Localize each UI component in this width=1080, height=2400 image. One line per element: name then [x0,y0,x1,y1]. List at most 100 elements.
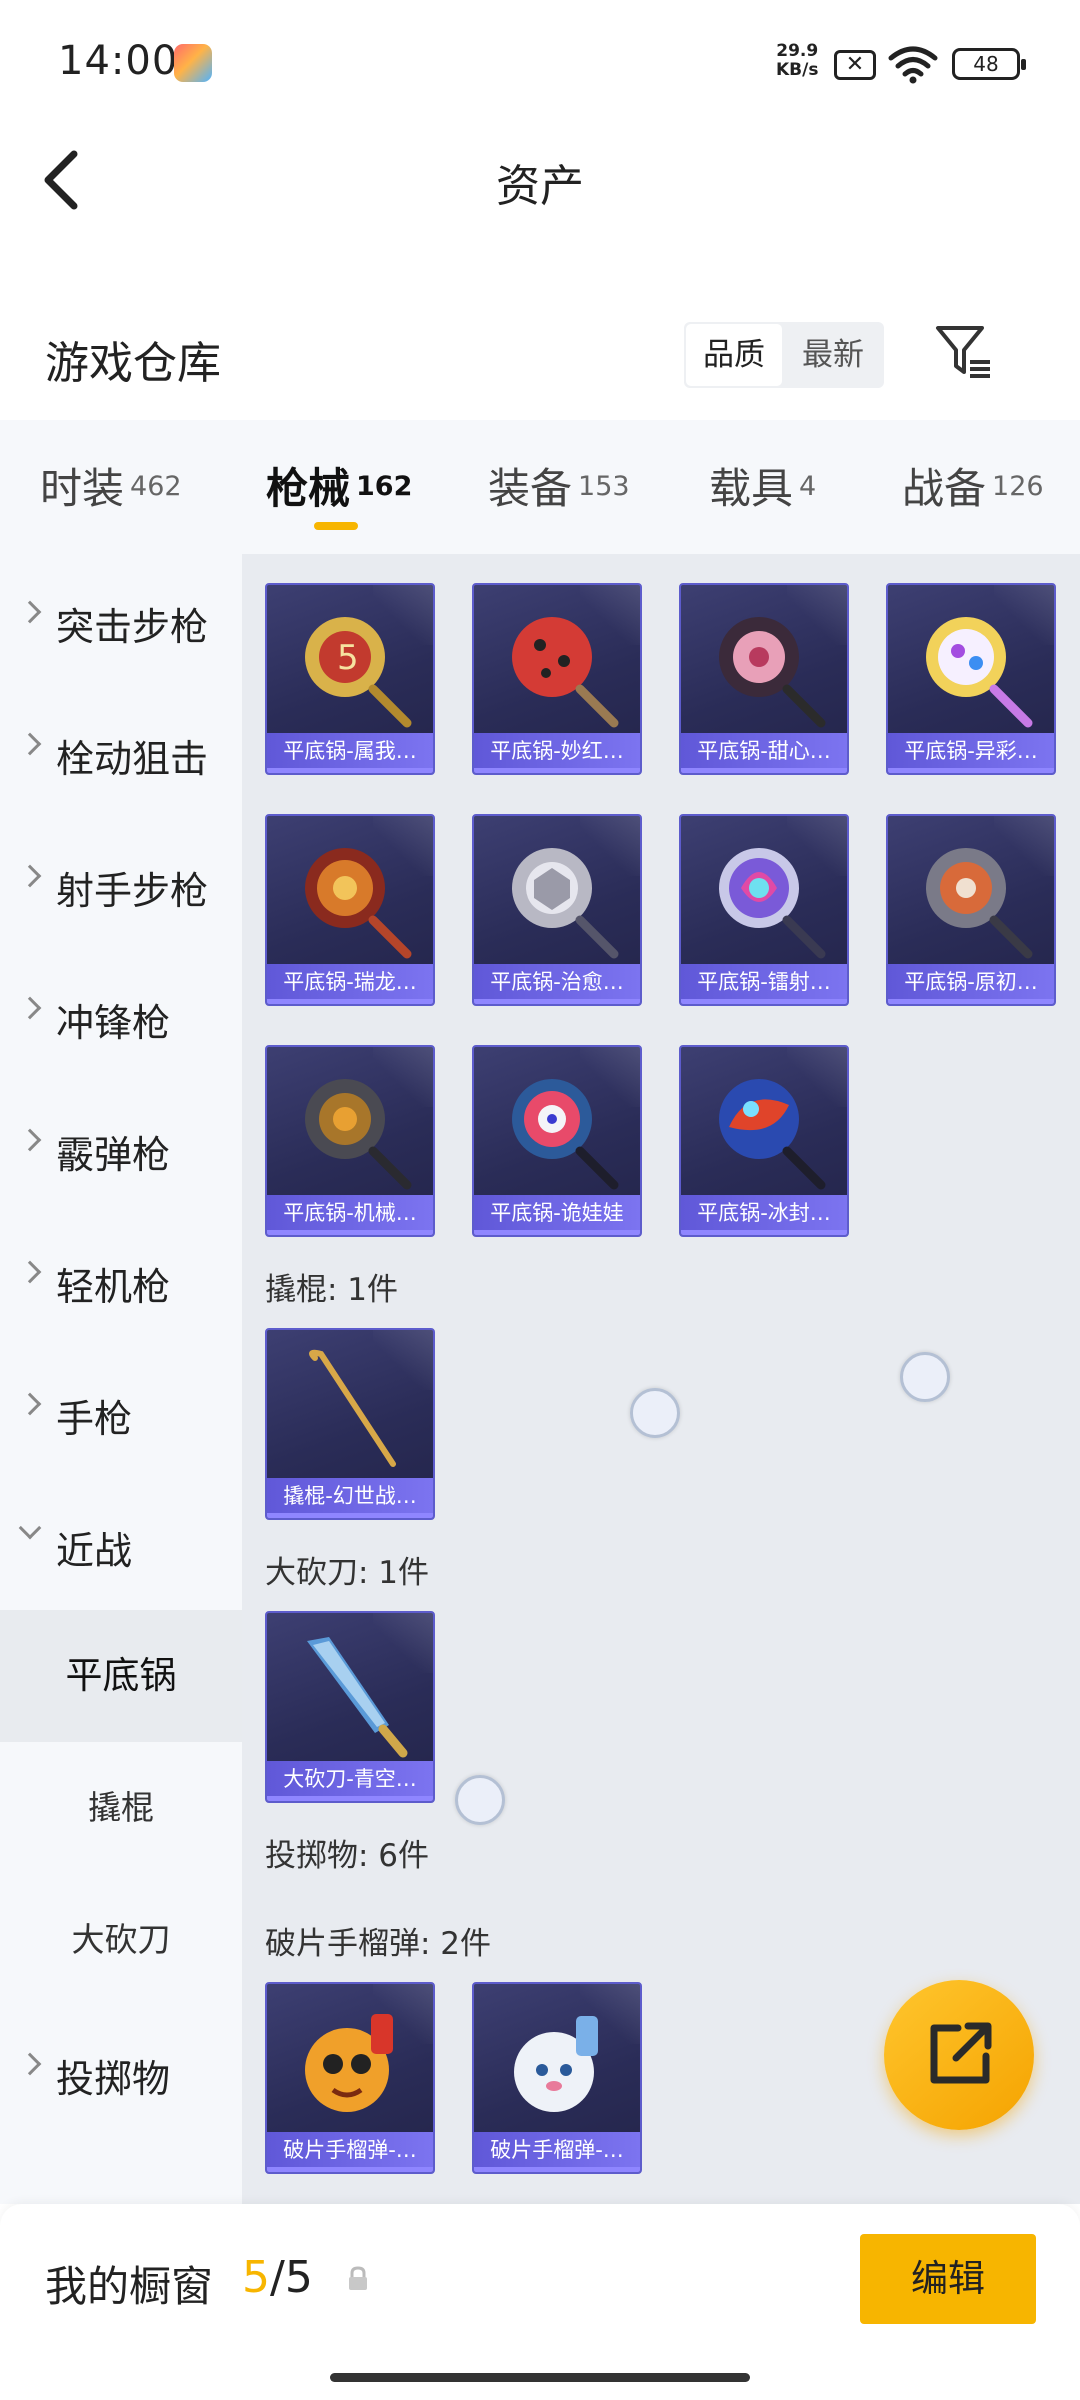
pan-skin-image [512,1079,619,1190]
machete-skin-image [307,1637,408,1758]
chevron-right-icon [18,864,42,888]
item-name: 大砍刀-青空… [283,1767,417,1791]
item-name: 平底锅-冰封… [697,1201,831,1225]
showcase-title: 我的橱窗 [45,2262,214,2311]
sidebar-item-shotgun[interactable]: 霰弹枪 [0,1082,242,1214]
sidebar-subitem-pan[interactable]: 平底锅 [0,1610,242,1742]
item-name: 平底锅-瑞龙… [283,970,417,994]
item-card-pan[interactable]: 平底锅-妙红… [472,583,642,775]
item-name: 平底锅-诡娃娃 [490,1201,624,1225]
item-card-frag[interactable]: 破片手榴弹-… [472,1982,642,2174]
item-name: 破片手榴弹-… [490,2138,624,2162]
pan-skin-image [926,617,1033,728]
sim-off-icon: ✕ [834,50,876,80]
item-name: 平底锅-镭射… [697,970,831,994]
pan-skin-image [305,1079,412,1190]
chevron-down-icon [18,1516,42,1540]
share-external-icon [930,2022,992,2084]
sort-quality-button[interactable]: 品质 [686,324,782,386]
lock-icon [349,2266,367,2290]
item-name: 平底锅-机械… [283,1201,417,1225]
chevron-right-icon [18,732,42,756]
showcase-count: 5/5 [242,2252,313,2303]
item-card-pan[interactable]: 平底锅-镭射… [679,814,849,1006]
item-name: 平底锅-原初… [904,970,1038,994]
sort-newest-button[interactable]: 最新 [784,324,882,386]
chevron-right-icon [18,1128,42,1152]
tab-equipment[interactable]: 装备 153 [488,455,630,516]
chevron-right-icon [18,1260,42,1284]
item-name: 平底锅-治愈… [490,970,624,994]
sidebar-item-throwables[interactable]: 投掷物 [0,2006,242,2138]
warehouse-title: 游戏仓库 [45,338,221,389]
item-card-machete[interactable]: 大砍刀-青空… [265,1611,435,1803]
edit-button[interactable]: 编辑 [860,2234,1036,2324]
tab-combat-gear[interactable]: 战备 126 [902,455,1044,516]
sidebar-subitem-machete[interactable]: 大砍刀 [0,1874,242,2006]
sidebar-subitem-crowbar[interactable]: 撬棍 [0,1742,242,1874]
item-card-frag[interactable]: 破片手榴弹-… [265,1982,435,2174]
chevron-right-icon [18,600,42,624]
item-name: 平底锅-异彩… [904,739,1038,763]
chevron-right-icon [18,996,42,1020]
section-label-frag: 破片手榴弹: 2件 [265,1926,492,1962]
sidebar: 突击步枪 栓动狙击 射手步枪 冲锋枪 霰弹枪 轻机枪 手枪 近战 平底锅 撬棍 … [0,554,242,2204]
touch-indicator [630,1388,680,1438]
pan-skin-image [305,848,412,959]
pan-skin-image: 5 [305,617,412,728]
chevron-right-icon [18,2052,42,2076]
item-card-pan[interactable]: 5 平底锅-属我… [265,583,435,775]
status-bar: 14:00 29.9 KB/s ✕ 48 [0,0,1080,120]
sidebar-item-bolt-sniper[interactable]: 栓动狙击 [0,686,242,818]
item-name: 撬棍-幻世战… [283,1484,417,1508]
item-card-pan[interactable]: 平底锅-治愈… [472,814,642,1006]
sidebar-item-lmg[interactable]: 轻机枪 [0,1214,242,1346]
item-card-pan[interactable]: 平底锅-异彩… [886,583,1056,775]
sidebar-item-melee[interactable]: 近战 [0,1478,242,1610]
item-card-pan[interactable]: 平底锅-机械… [265,1045,435,1237]
svg-text:5: 5 [337,638,359,678]
item-name: 平底锅-属我… [283,739,417,763]
item-card-pan[interactable]: 平底锅-冰封… [679,1045,849,1237]
sidebar-item-assault-rifle[interactable]: 突击步枪 [0,554,242,686]
pan-skin-image [719,848,826,959]
game-app-icon [174,44,212,82]
active-tab-indicator [314,522,358,530]
touch-indicator [455,1775,505,1825]
share-fab-button[interactable] [884,1980,1034,2130]
pan-skin-image [719,1079,826,1190]
item-card-pan[interactable]: 平底锅-原初… [886,814,1056,1006]
item-card-crowbar[interactable]: 撬棍-幻世战… [265,1328,435,1520]
filter-icon[interactable] [934,322,994,382]
tab-fashion[interactable]: 时装 462 [40,455,182,516]
pan-skin-image [512,617,619,728]
sidebar-item-marksman-rifle[interactable]: 射手步枪 [0,818,242,950]
sidebar-item-smg[interactable]: 冲锋枪 [0,950,242,1082]
item-card-pan[interactable]: 平底锅-瑞龙… [265,814,435,1006]
touch-indicator [900,1352,950,1402]
crowbar-skin-image [309,1349,396,1467]
grenade-skin-image [305,2014,393,2112]
section-label-crowbar: 撬棍: 1件 [265,1272,399,1308]
page-title: 资产 [496,161,584,212]
item-card-pan[interactable]: 平底锅-诡娃娃 [472,1045,642,1237]
section-label-machete: 大砍刀: 1件 [265,1555,430,1591]
item-name: 平底锅-妙红… [490,739,624,763]
tab-vehicles[interactable]: 载具 4 [709,455,816,516]
item-card-pan[interactable]: 平底锅-甜心… [679,583,849,775]
item-name: 破片手榴弹-… [283,2138,417,2162]
chevron-right-icon [18,1392,42,1416]
grenade-skin-image [514,2016,598,2112]
network-speed: 29.9 KB/s [776,41,819,80]
wifi-icon [888,46,938,84]
battery-icon: 48 [952,48,1026,80]
pan-skin-image [926,848,1033,959]
item-name: 平底锅-甜心… [697,739,831,763]
tab-guns[interactable]: 枪械 162 [266,455,412,516]
pan-skin-image [719,617,826,728]
sidebar-item-pistol[interactable]: 手枪 [0,1346,242,1478]
pan-skin-image [512,848,619,959]
section-label-throwables: 投掷物: 6件 [265,1838,430,1874]
status-time: 14:00 [58,38,179,84]
home-indicator [330,2373,750,2382]
